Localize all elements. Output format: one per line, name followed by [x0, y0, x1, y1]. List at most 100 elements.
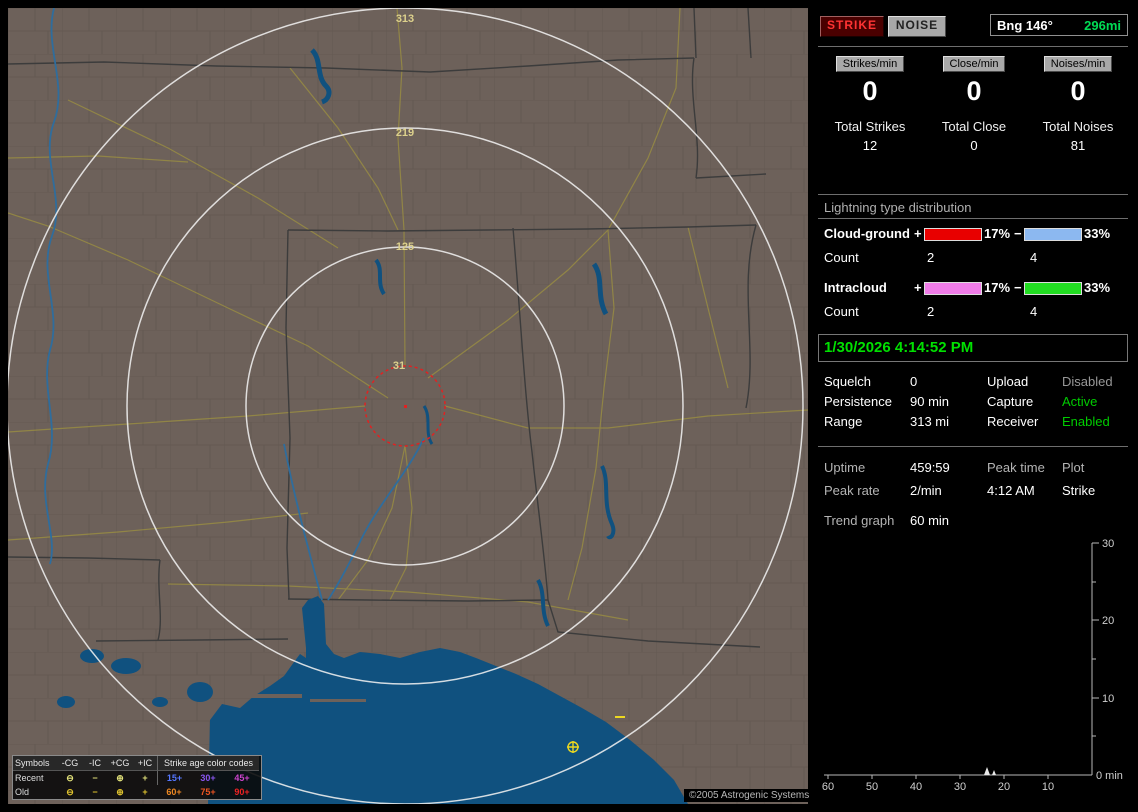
total-noises-label: Total Noises	[1042, 119, 1114, 134]
upload-status: Disabled	[1062, 374, 1113, 389]
legend-col-pic: +IC	[133, 756, 157, 771]
squelch-value: 0	[910, 374, 918, 389]
plus-sign: +	[914, 226, 922, 241]
datetime-display: 1/30/2026 4:14:52 PM	[818, 334, 1128, 362]
legend-age-90: 90+	[234, 787, 250, 797]
x-tick-20: 20	[998, 781, 1010, 793]
divider	[818, 446, 1128, 447]
persistence-value: 90 min	[910, 394, 950, 409]
ring-label-31: 31	[393, 360, 405, 372]
range-value: 313 mi	[910, 414, 950, 429]
divider	[818, 194, 1128, 195]
divider	[818, 218, 1128, 219]
dist-count-intracloud: Count 2 4	[818, 304, 1130, 321]
divider	[818, 46, 1128, 47]
map-legend: Symbols -CG -IC +CG +IC Strike age color…	[12, 755, 262, 800]
legend-age-30: 30+	[200, 773, 216, 783]
total-close-label: Total Close	[941, 119, 1007, 134]
minus-sign: −	[1014, 226, 1022, 241]
noises-per-min-value: 0	[1070, 76, 1086, 106]
plot-label: Plot	[1062, 460, 1085, 475]
origin-tick: 0 min	[1096, 770, 1123, 782]
legend-recent-label: Recent	[15, 773, 44, 783]
dist-row-cloud-ground: Cloud-ground + 17% − 33%	[818, 226, 1130, 243]
peak-time-value: 4:12 AM	[987, 483, 1035, 498]
strike-mode-button[interactable]: STRIKE	[820, 16, 884, 37]
cg-minus-pct: 33%	[1084, 226, 1111, 241]
map-area[interactable]: 313 219 125 31 Symbols -CG -IC +CG +IC S…	[8, 8, 808, 804]
x-tick-60: 60	[822, 781, 834, 793]
rate-columns: Strikes/min 0 Total Strikes 12 Close/min…	[818, 56, 1130, 153]
cg-plus-bar	[924, 228, 982, 241]
settings-row-squelch: Squelch 0 Upload Disabled	[818, 374, 1130, 391]
status-row-trend: Trend graph 60 min	[818, 513, 1130, 530]
total-close-value: 0	[970, 138, 978, 153]
upload-label: Upload	[987, 374, 1029, 389]
lightning-map[interactable]: 313 219 125 31	[8, 8, 808, 804]
y-tick-10: 10	[1102, 693, 1114, 705]
legend-old-ncg-icon: ⊖	[66, 787, 74, 797]
x-tick-10: 10	[1042, 781, 1054, 793]
legend-col-ncg: -CG	[57, 756, 83, 771]
status-row-uptime: Uptime 459:59 Peak time Plot	[818, 460, 1130, 477]
legend-recent-nic-icon: −	[92, 773, 98, 783]
receiver-status: Enabled	[1062, 414, 1110, 429]
squelch-label: Squelch	[824, 374, 871, 389]
legend-recent-pic-icon: +	[142, 773, 148, 783]
y-tick-20: 20	[1102, 615, 1114, 627]
strikes-per-min-chip[interactable]: Strikes/min	[835, 56, 905, 72]
y-tick-30: 30	[1102, 538, 1114, 550]
count-label: Count	[824, 250, 859, 265]
settings-row-range: Range 313 mi Receiver Enabled	[818, 414, 1130, 431]
x-tick-50: 50	[866, 781, 878, 793]
noises-column: Noises/min 0 Total Noises 81	[1026, 56, 1130, 153]
ic-minus-count: 4	[1030, 304, 1038, 319]
control-panel: STRIKE NOISE Bng 146° 296mi Strikes/min …	[818, 8, 1130, 804]
dist-label-intracloud: Intracloud	[824, 280, 887, 295]
close-column: Close/min 0 Total Close 0	[922, 56, 1026, 153]
distribution-title: Lightning type distribution	[824, 200, 972, 215]
cg-minus-bar	[1024, 228, 1082, 241]
x-tick-40: 40	[910, 781, 922, 793]
uptime-value: 459:59	[910, 460, 950, 475]
peak-rate-label: Peak rate	[824, 483, 880, 498]
legend-old-pic-icon: +	[142, 787, 148, 797]
range-label: Range	[824, 414, 863, 429]
bearing-distance: 296mi	[1084, 17, 1121, 33]
cg-minus-count: 4	[1030, 250, 1038, 265]
ring-label-125: 125	[396, 241, 414, 253]
peak-time-label: Peak time	[987, 460, 1045, 475]
ic-minus-bar	[1024, 282, 1082, 295]
dist-row-intracloud: Intracloud + 17% − 33%	[818, 280, 1130, 297]
persistence-label: Persistence	[824, 394, 892, 409]
receiver-center-mark	[404, 405, 407, 408]
legend-recent-pcg-icon: ⊕	[116, 773, 124, 783]
close-per-min-value: 0	[966, 76, 982, 106]
uptime-label: Uptime	[824, 460, 866, 475]
copyright-text: ©2005 Astrogenic Systems	[684, 789, 815, 802]
legend-old-label: Old	[15, 787, 30, 797]
noises-per-min-chip[interactable]: Noises/min	[1043, 56, 1113, 72]
peak-rate-value: 2/min	[910, 483, 942, 498]
noise-mode-button[interactable]: NOISE	[888, 16, 946, 37]
total-strikes-value: 12	[862, 138, 878, 153]
ring-label-219: 219	[396, 127, 414, 139]
ic-plus-bar	[924, 282, 982, 295]
legend-col-pcg: +CG	[107, 756, 133, 771]
legend-age-75: 75+	[200, 787, 216, 797]
ic-minus-pct: 33%	[1084, 280, 1111, 295]
strikes-column: Strikes/min 0 Total Strikes 12	[818, 56, 922, 153]
ic-plus-count: 2	[927, 304, 935, 319]
trend-spikes	[984, 767, 996, 775]
close-per-min-chip[interactable]: Close/min	[942, 56, 1006, 72]
capture-status: Active	[1062, 394, 1098, 409]
bearing-readout[interactable]: Bng 146° 296mi	[990, 14, 1128, 36]
plot-value: Strike	[1062, 483, 1096, 498]
ring-label-313: 313	[396, 13, 414, 25]
dist-count-cloud-ground: Count 2 4	[818, 250, 1130, 267]
dist-label-cloud-ground: Cloud-ground	[824, 226, 910, 241]
status-row-peak-rate: Peak rate 2/min 4:12 AM Strike	[818, 483, 1130, 500]
cg-plus-pct: 17%	[984, 226, 1011, 241]
legend-old-pcg-icon: ⊕	[116, 787, 124, 797]
minus-sign: −	[1014, 280, 1022, 295]
